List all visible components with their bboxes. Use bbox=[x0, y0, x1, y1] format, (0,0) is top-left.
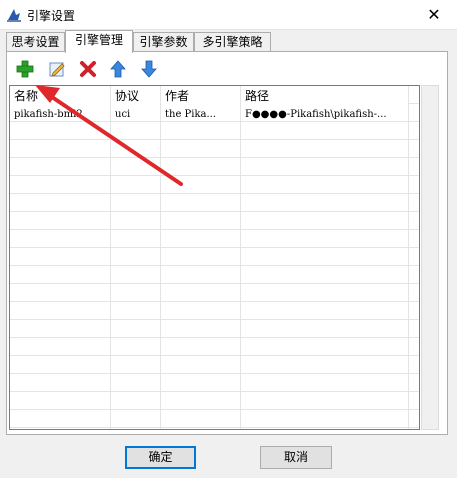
cancel-button[interactable]: 取消 bbox=[260, 446, 332, 469]
window-title: 引擎设置 bbox=[27, 9, 76, 23]
close-button[interactable]: ✕ bbox=[411, 0, 457, 30]
column-header-path[interactable]: 路径 bbox=[241, 86, 408, 105]
table-cell-author[interactable]: the Pika... bbox=[161, 106, 240, 123]
move-up-icon[interactable] bbox=[108, 59, 128, 79]
app-icon bbox=[7, 9, 21, 22]
move-down-icon[interactable] bbox=[139, 59, 159, 79]
column-header-author[interactable]: 作者 bbox=[161, 86, 240, 105]
edit-engine-icon[interactable] bbox=[47, 59, 67, 79]
table-cell-name[interactable]: pikafish-bmi2 bbox=[10, 106, 102, 123]
delete-engine-icon[interactable] bbox=[78, 59, 98, 79]
tab-multi-engine-strategy[interactable]: 多引擎策略 bbox=[194, 32, 271, 51]
vertical-scrollbar[interactable] bbox=[421, 85, 439, 430]
engine-table[interactable]: 名称 协议 作者 路径 pikafish-bmi2 uci the Pika..… bbox=[9, 85, 420, 430]
engine-management-panel: 名称 协议 作者 路径 pikafish-bmi2 uci the Pika..… bbox=[6, 51, 448, 435]
tab-engine-params[interactable]: 引擎参数 bbox=[133, 32, 194, 51]
table-cell-path[interactable]: F●●●●-Pikafish\pikafish-... bbox=[241, 106, 408, 123]
tab-engine-management[interactable]: 引擎管理 bbox=[65, 30, 133, 53]
column-header-name[interactable]: 名称 bbox=[10, 86, 110, 105]
column-header-protocol[interactable]: 协议 bbox=[111, 86, 160, 105]
tab-thinking-settings[interactable]: 思考设置 bbox=[6, 32, 65, 51]
title-bar: 引擎设置 ✕ bbox=[0, 0, 457, 30]
ok-button[interactable]: 确定 bbox=[125, 446, 196, 469]
table-cell-protocol[interactable]: uci bbox=[111, 106, 160, 123]
add-engine-icon[interactable] bbox=[15, 59, 35, 79]
